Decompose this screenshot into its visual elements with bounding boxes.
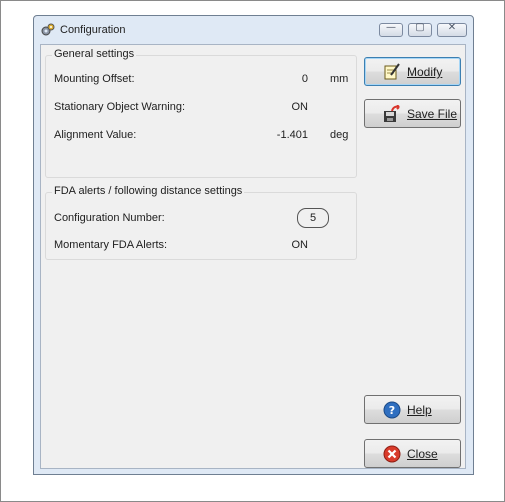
edit-note-icon <box>383 63 401 81</box>
window-title: Configuration <box>60 24 126 36</box>
help-button[interactable]: ? Help <box>364 395 461 424</box>
minimize-icon: — <box>386 22 396 33</box>
close-x-icon <box>383 445 401 463</box>
close-window-button[interactable]: ✕ <box>437 22 467 37</box>
group-title: FDA alerts / following distance settings <box>52 185 245 197</box>
setting-value: ON <box>291 101 309 113</box>
title-bar[interactable]: Configuration — ▢ ✕ <box>34 16 473 44</box>
setting-label: Momentary FDA Alerts: <box>54 239 168 251</box>
screen: Configuration — ▢ ✕ General settings Mou… <box>0 0 505 502</box>
stationary-object-warning-row: Stationary Object Warning: ON <box>54 101 348 117</box>
configuration-number-value: 5 <box>297 208 329 228</box>
modify-label: Modify <box>407 65 443 79</box>
setting-unit: deg <box>330 129 349 141</box>
alignment-value-row: Alignment Value: -1.401 deg <box>54 129 348 145</box>
close-button[interactable]: Close <box>364 439 461 468</box>
setting-value: 0 <box>301 73 308 85</box>
maximize-button[interactable]: ▢ <box>408 22 432 37</box>
setting-value: -1.401 <box>276 129 308 141</box>
save-file-label: Save File <box>407 107 458 121</box>
setting-label: Mounting Offset: <box>54 73 135 85</box>
close-icon: ✕ <box>447 22 457 33</box>
setting-unit: mm <box>330 73 349 85</box>
configuration-window: Configuration — ▢ ✕ General settings Mou… <box>33 15 474 475</box>
group-title: General settings <box>52 48 137 60</box>
help-icon: ? <box>383 401 401 419</box>
fda-settings-group: FDA alerts / following distance settings… <box>45 185 357 260</box>
help-label: Help <box>407 403 432 417</box>
configuration-number-row: Configuration Number: 5 <box>54 208 348 228</box>
save-file-button[interactable]: Save File <box>364 99 461 128</box>
setting-label: Stationary Object Warning: <box>54 101 186 113</box>
maximize-icon: ▢ <box>415 22 425 33</box>
close-label: Close <box>407 447 438 461</box>
save-file-icon <box>383 104 401 123</box>
setting-label: Configuration Number: <box>54 212 165 224</box>
svg-text:?: ? <box>389 404 395 417</box>
gears-icon <box>40 22 56 38</box>
momentary-fda-alerts-row: Momentary FDA Alerts: ON <box>54 239 348 255</box>
modify-button[interactable]: Modify <box>364 57 461 86</box>
client-area: General settings Mounting Offset: 0 mm S… <box>40 44 466 469</box>
mounting-offset-row: Mounting Offset: 0 mm <box>54 73 348 89</box>
setting-label: Alignment Value: <box>54 129 137 141</box>
minimize-button[interactable]: — <box>379 22 403 37</box>
general-settings-group: General settings Mounting Offset: 0 mm S… <box>45 48 357 178</box>
setting-value: ON <box>291 239 309 251</box>
